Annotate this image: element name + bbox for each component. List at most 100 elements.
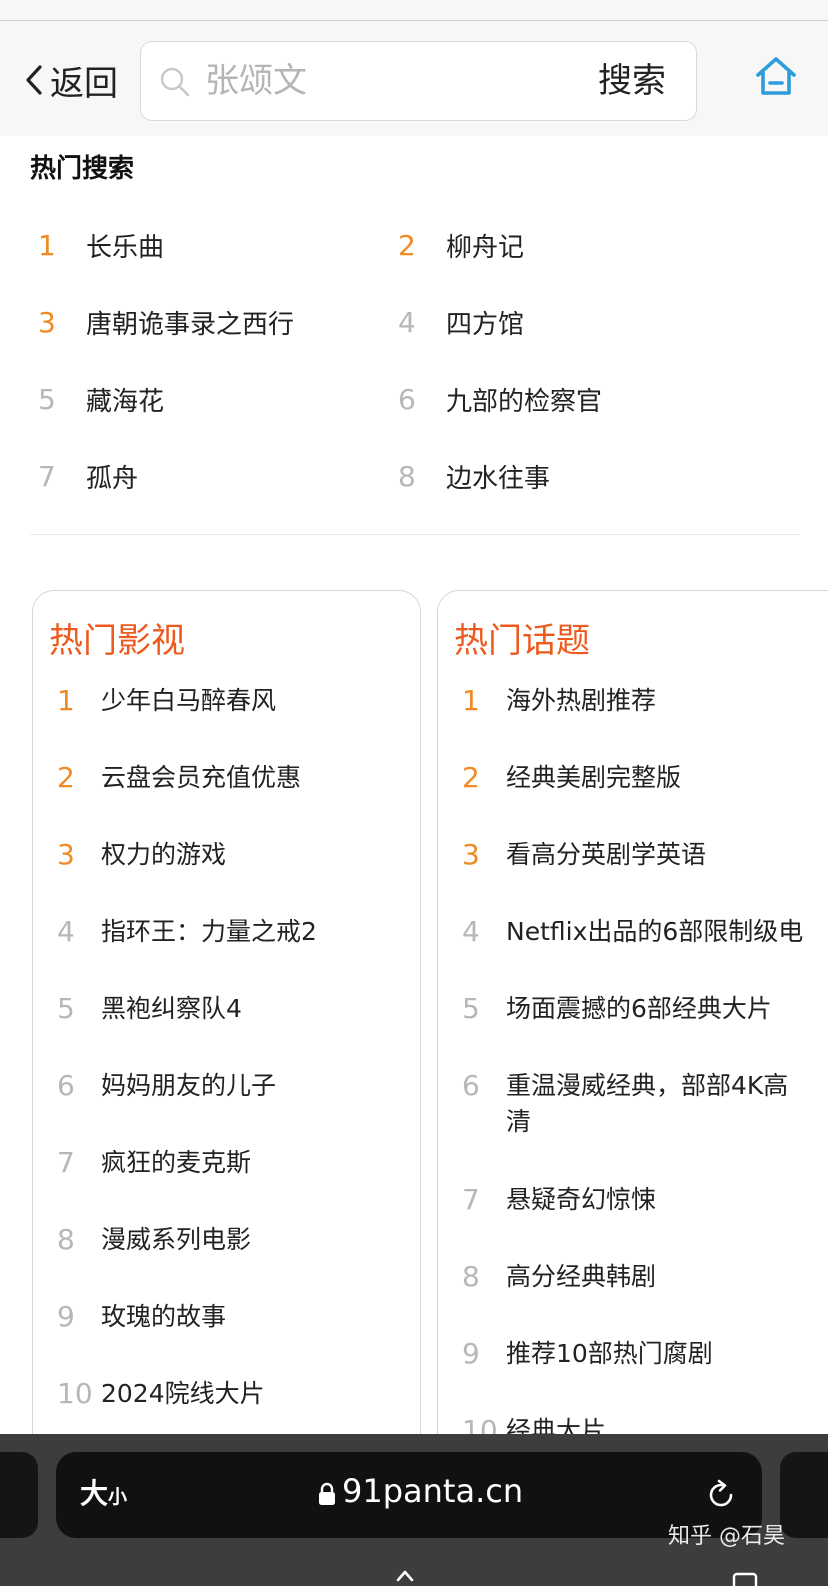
- text-size-button[interactable]: 大小: [80, 1472, 127, 1512]
- rank-number: 7: [38, 459, 56, 493]
- hot-video-panel: 热门影视 1 少年白马醉春风 2 云盘会员充值优惠 3 权力的游戏 4 指环王：力量之戒…: [32, 590, 421, 1490]
- hot-search-text: 柳舟记: [446, 232, 525, 263]
- hot-search-title: 热门搜索: [30, 154, 135, 184]
- hot-topic-text: 悬疑奇幻惊悚: [506, 1185, 657, 1214]
- search-box: 搜索: [140, 41, 697, 121]
- hot-topic-item[interactable]: 6 重温漫威经典，部部4K高清: [438, 1068, 828, 1182]
- rank-number: 7: [462, 1183, 480, 1216]
- address-bar[interactable]: 大小 91panta.cn: [56, 1452, 762, 1538]
- rank-number: 4: [462, 915, 480, 948]
- rank-number: 8: [57, 1223, 75, 1256]
- hot-video-item[interactable]: 4 指环王：力量之戒2: [33, 914, 420, 991]
- previous-tab[interactable]: [0, 1452, 38, 1538]
- rank-number: 6: [57, 1069, 75, 1102]
- hot-video-item[interactable]: 2 云盘会员充值优惠: [33, 760, 420, 837]
- hot-topic-text: 看高分英剧学英语: [506, 840, 707, 869]
- hot-search-item[interactable]: 8 边水往事: [398, 455, 550, 497]
- hot-topic-text: 场面震撼的6部经典大片: [506, 994, 772, 1023]
- rank-number: 1: [38, 228, 56, 262]
- search-button[interactable]: 搜索: [598, 58, 666, 104]
- tabs-icon[interactable]: [730, 1570, 760, 1586]
- hot-topic-item[interactable]: 7 悬疑奇幻惊悚: [438, 1182, 828, 1259]
- rank-number: 2: [462, 761, 480, 794]
- rank-number: 2: [398, 228, 416, 262]
- search-input[interactable]: [205, 56, 565, 106]
- hot-video-text: 漫威系列电影: [101, 1225, 252, 1254]
- hot-search-text: 唐朝诡事录之西行: [86, 309, 295, 340]
- hot-search-item[interactable]: 2 柳舟记: [398, 224, 524, 266]
- hot-video-list: 1 少年白马醉春风 2 云盘会员充值优惠 3 权力的游戏 4 指环王：力量之戒2 5 黑袍…: [33, 683, 420, 1453]
- hot-topics-panel: 热门话题 1 海外热剧推荐 2 经典美剧完整版 3 看高分英剧学英语 4 Netflix…: [437, 590, 828, 1490]
- back-button[interactable]: 返回: [24, 57, 118, 104]
- status-strip: [0, 0, 828, 21]
- rank-number: 5: [462, 992, 480, 1025]
- rank-number: 4: [57, 915, 75, 948]
- url-text[interactable]: 91panta.cn: [342, 1472, 523, 1510]
- hot-topic-item[interactable]: 5 场面震撼的6部经典大片: [438, 991, 828, 1068]
- search-icon: [160, 67, 190, 97]
- back-label: 返回: [50, 63, 118, 104]
- hot-video-text: 疯狂的麦克斯: [101, 1148, 252, 1177]
- hot-topic-item[interactable]: 8 高分经典韩剧: [438, 1259, 828, 1336]
- hot-video-item[interactable]: 1 少年白马醉春风: [33, 683, 420, 760]
- rank-number: 1: [462, 684, 480, 717]
- hot-search-item[interactable]: 7 孤舟: [38, 455, 138, 497]
- hot-video-text: 云盘会员充值优惠: [101, 763, 302, 792]
- home-icon[interactable]: [752, 53, 800, 101]
- hot-video-item[interactable]: 6 妈妈朋友的儿子: [33, 1068, 420, 1145]
- section-divider: [30, 534, 800, 535]
- hot-topic-item[interactable]: 2 经典美剧完整版: [438, 760, 828, 837]
- chevron-left-icon: [26, 65, 42, 95]
- hot-search-text: 四方馆: [446, 309, 525, 340]
- rank-number: 6: [398, 382, 416, 416]
- hot-topic-text: 高分经典韩剧: [506, 1262, 657, 1291]
- share-icon[interactable]: [390, 1566, 420, 1586]
- hot-video-item[interactable]: 3 权力的游戏: [33, 837, 420, 914]
- next-tab[interactable]: [780, 1452, 828, 1538]
- hot-search-item[interactable]: 6 九部的检察官: [398, 378, 602, 420]
- hot-video-title: 热门影视: [49, 621, 185, 661]
- hot-search-item[interactable]: 1 长乐曲: [38, 224, 164, 266]
- hot-video-item[interactable]: 9 玫瑰的故事: [33, 1299, 420, 1376]
- hot-video-item[interactable]: 8 漫威系列电影: [33, 1222, 420, 1299]
- text-size-small: 小: [108, 1486, 128, 1508]
- rank-number: 4: [398, 305, 416, 339]
- hot-topic-text: 海外热剧推荐: [506, 686, 657, 715]
- hot-topics-title: 热门话题: [454, 621, 590, 661]
- hot-search-text: 孤舟: [86, 463, 139, 494]
- hot-topic-item[interactable]: 4 Netflix出品的6部限制级电: [438, 914, 828, 991]
- watermark: 知乎 @石昊: [668, 1524, 785, 1549]
- rank-number: 8: [462, 1260, 480, 1293]
- rank-number: 6: [462, 1069, 480, 1102]
- hot-search-item[interactable]: 3 唐朝诡事录之西行: [38, 301, 294, 343]
- hot-search-text: 边水往事: [446, 463, 551, 494]
- hot-topic-item[interactable]: 1 海外热剧推荐: [438, 683, 828, 760]
- hot-video-text: 妈妈朋友的儿子: [101, 1071, 277, 1100]
- rank-number: 8: [398, 459, 416, 493]
- hot-search-text: 九部的检察官: [446, 386, 603, 417]
- hot-search-item[interactable]: 4 四方馆: [398, 301, 524, 343]
- rank-number: 9: [462, 1337, 480, 1370]
- hot-video-item[interactable]: 7 疯狂的麦克斯: [33, 1145, 420, 1222]
- hot-search-text: 藏海花: [86, 386, 165, 417]
- hot-topic-text: Netflix出品的6部限制级电: [506, 917, 804, 946]
- hot-topic-item[interactable]: 9 推荐10部热门腐剧: [438, 1336, 828, 1413]
- rank-number: 5: [57, 992, 75, 1025]
- reload-icon[interactable]: [704, 1478, 738, 1512]
- rank-number: 3: [57, 838, 75, 871]
- hot-topic-text: 推荐10部热门腐剧: [506, 1339, 713, 1368]
- rank-number: 10: [57, 1377, 93, 1410]
- hot-topics-list: 1 海外热剧推荐 2 经典美剧完整版 3 看高分英剧学英语 4 Netflix出品的6部…: [438, 683, 828, 1489]
- hot-topic-item[interactable]: 3 看高分英剧学英语: [438, 837, 828, 914]
- rank-number: 1: [57, 684, 75, 717]
- lock-icon: [319, 1482, 335, 1505]
- rank-number: 3: [38, 305, 56, 339]
- hot-search-text: 长乐曲: [86, 232, 165, 263]
- hot-search-item[interactable]: 5 藏海花: [38, 378, 164, 420]
- rank-number: 9: [57, 1300, 75, 1333]
- hot-video-text: 少年白马醉春风: [101, 686, 277, 715]
- rank-number: 5: [38, 382, 56, 416]
- hot-video-item[interactable]: 5 黑袍纠察队4: [33, 991, 420, 1068]
- rank-number: 2: [57, 761, 75, 794]
- hot-video-text: 权力的游戏: [101, 840, 227, 869]
